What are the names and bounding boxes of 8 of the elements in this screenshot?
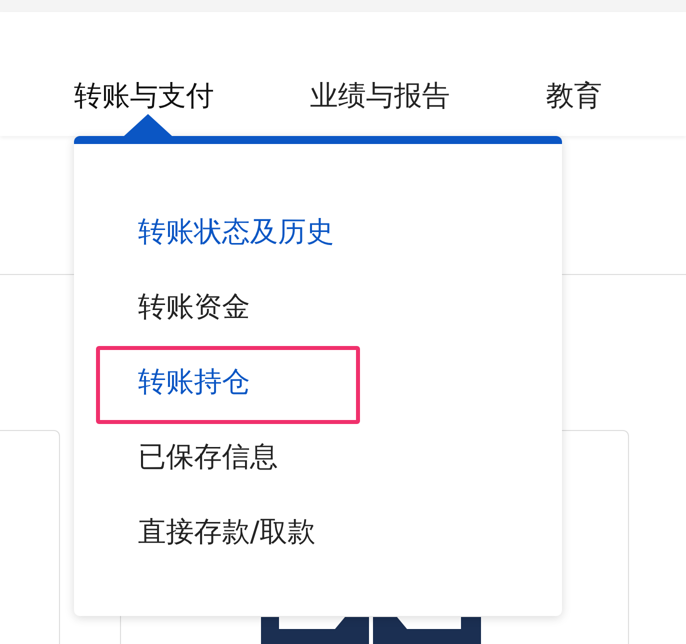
menu-item[interactable]: 直接存款/取款 — [138, 518, 316, 546]
menu-item[interactable]: 转账状态及历史 — [138, 218, 334, 246]
menu-item[interactable]: 转账资金 — [138, 292, 250, 320]
menu-item[interactable]: 已保存信息 — [138, 442, 278, 470]
nav-tab[interactable]: 转账与支付 — [74, 82, 214, 110]
menu-item[interactable]: 转账持仓 — [138, 368, 250, 396]
nav-tab[interactable]: 业绩与报告 — [310, 82, 450, 110]
nav-tab[interactable]: 教育 — [546, 82, 602, 110]
